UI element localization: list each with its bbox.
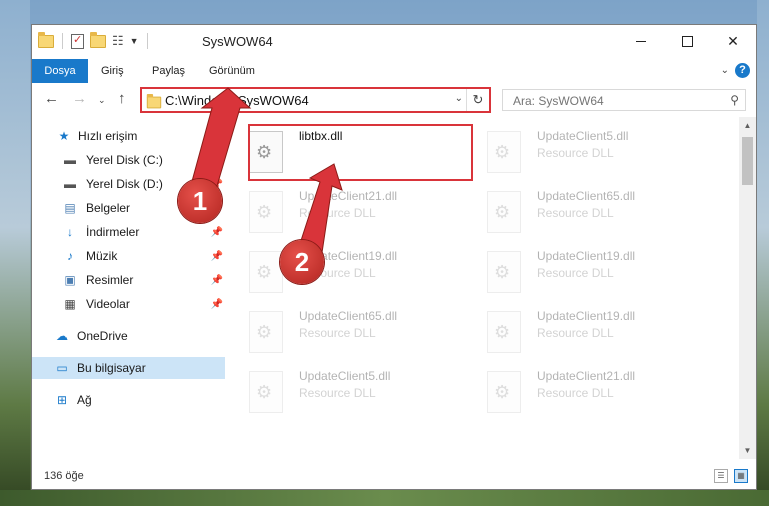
step-2-badge: 2: [280, 240, 324, 284]
step-1-badge: 1: [178, 179, 222, 223]
annotation-arrows: [187, 87, 343, 267]
